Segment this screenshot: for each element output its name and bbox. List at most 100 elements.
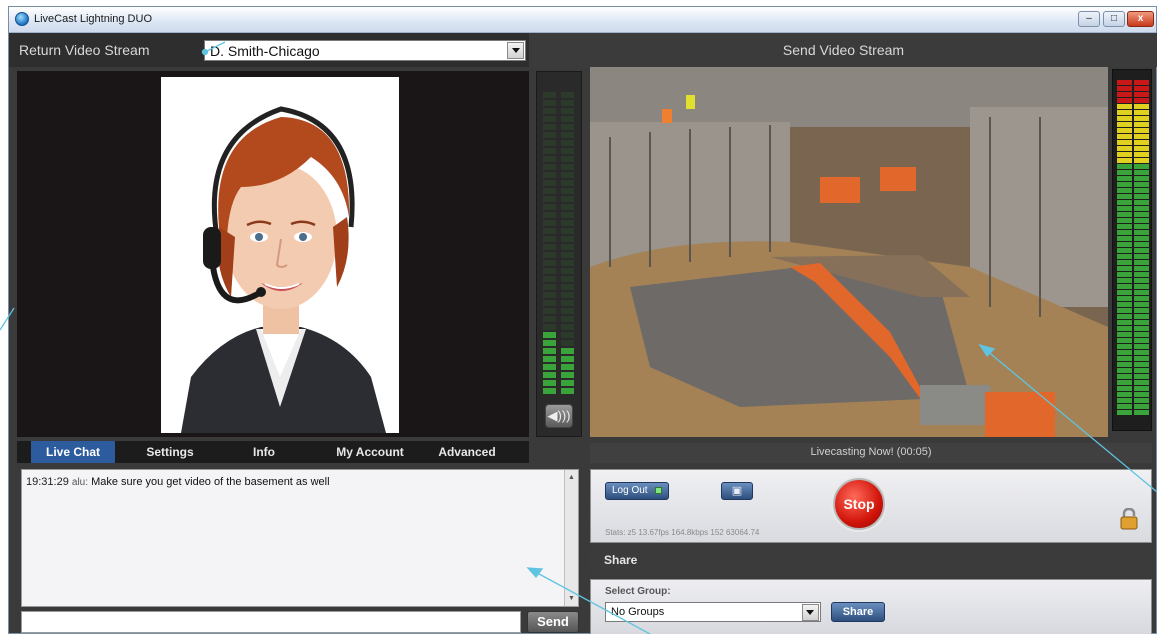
vu-segment bbox=[1134, 92, 1149, 97]
camera-button[interactable]: ▣ bbox=[721, 482, 753, 500]
vu-segment bbox=[1134, 380, 1149, 385]
meter-segment bbox=[561, 372, 574, 378]
meter-segment bbox=[561, 108, 574, 114]
meter-segment bbox=[561, 212, 574, 218]
vu-segment bbox=[1117, 194, 1132, 199]
meter-segment bbox=[543, 212, 556, 218]
minimize-icon: – bbox=[1086, 13, 1092, 24]
tab-my-account[interactable]: My Account bbox=[327, 441, 413, 463]
speaker-button[interactable]: ◀))) bbox=[545, 404, 573, 428]
meter-segment bbox=[543, 364, 556, 370]
meter-segment bbox=[561, 268, 574, 274]
stop-button[interactable]: Stop bbox=[833, 478, 885, 530]
return-stream-select[interactable]: D. Smith-Chicago bbox=[204, 40, 526, 61]
close-button[interactable]: x bbox=[1127, 11, 1154, 27]
vu-segment bbox=[1117, 386, 1132, 391]
vu-segment bbox=[1117, 170, 1132, 175]
meter-segment bbox=[561, 380, 574, 386]
logout-button[interactable]: Log Out bbox=[605, 482, 669, 500]
chat-input[interactable] bbox=[21, 611, 521, 633]
meter-segment bbox=[561, 164, 574, 170]
meter-segment bbox=[543, 204, 556, 210]
vu-segment bbox=[1117, 230, 1132, 235]
vu-segment bbox=[1134, 320, 1149, 325]
tab-live-chat[interactable]: Live Chat bbox=[31, 441, 115, 463]
send-audio-meter bbox=[1112, 69, 1152, 431]
vu-segment bbox=[1134, 200, 1149, 205]
window-title: LiveCast Lightning DUO bbox=[34, 13, 153, 25]
meter-segment bbox=[543, 180, 556, 186]
vu-segment bbox=[1117, 122, 1132, 127]
meter-segment bbox=[561, 276, 574, 282]
meter-segment bbox=[561, 116, 574, 122]
meter-segment bbox=[561, 132, 574, 138]
tab-settings[interactable]: Settings bbox=[135, 441, 205, 463]
app-logo-icon bbox=[15, 12, 29, 26]
tab-advanced[interactable]: Advanced bbox=[431, 441, 503, 463]
meter-segment bbox=[561, 364, 574, 370]
meter-segment bbox=[561, 260, 574, 266]
vu-segment bbox=[1117, 206, 1132, 211]
chat-scrollbar[interactable]: ▲ ▼ bbox=[564, 470, 578, 606]
tab-info[interactable]: Info bbox=[239, 441, 289, 463]
vu-segment bbox=[1117, 302, 1132, 307]
vu-segment bbox=[1134, 98, 1149, 103]
meter-segment bbox=[543, 108, 556, 114]
vu-segment bbox=[1134, 176, 1149, 181]
vu-segment bbox=[1134, 116, 1149, 121]
scroll-down-icon[interactable]: ▼ bbox=[565, 595, 578, 602]
minimize-button[interactable]: – bbox=[1078, 11, 1100, 27]
vu-segment bbox=[1117, 110, 1132, 115]
vu-segment bbox=[1134, 278, 1149, 283]
vu-segment bbox=[1117, 182, 1132, 187]
lock-icon[interactable] bbox=[1119, 507, 1139, 530]
vu-segment bbox=[1117, 128, 1132, 133]
meter-segment bbox=[543, 332, 556, 338]
meter-segment bbox=[543, 156, 556, 162]
return-stream-header: Return Video Stream D. Smith-Chicago bbox=[9, 33, 529, 67]
send-meter-right bbox=[1134, 80, 1149, 415]
meter-segment bbox=[561, 244, 574, 250]
vu-segment bbox=[1134, 374, 1149, 379]
share-button[interactable]: Share bbox=[831, 602, 885, 622]
vu-segment bbox=[1117, 404, 1132, 409]
vu-segment bbox=[1117, 176, 1132, 181]
chat-log[interactable]: 19:31:29 alu: Make sure you get video of… bbox=[21, 469, 579, 607]
meter-segment bbox=[543, 244, 556, 250]
maximize-button[interactable]: □ bbox=[1103, 11, 1125, 27]
group-select[interactable]: No Groups bbox=[605, 602, 821, 622]
vu-segment bbox=[1134, 170, 1149, 175]
meter-segment bbox=[543, 268, 556, 274]
meter-segment bbox=[561, 356, 574, 362]
chevron-down-icon[interactable] bbox=[802, 604, 819, 621]
chat-send-button[interactable]: Send bbox=[527, 611, 579, 633]
vu-segment bbox=[1134, 146, 1149, 151]
vu-segment bbox=[1134, 254, 1149, 259]
vu-segment bbox=[1117, 158, 1132, 163]
title-bar[interactable]: LiveCast Lightning DUO – □ x bbox=[9, 7, 1156, 33]
scroll-up-icon[interactable]: ▲ bbox=[565, 474, 578, 481]
vu-segment bbox=[1117, 236, 1132, 241]
broadcast-controls: Log Out ▣ Stop Stats: z5 13.67fps 164.8k… bbox=[590, 469, 1152, 543]
vu-segment bbox=[1117, 260, 1132, 265]
vu-segment bbox=[1134, 242, 1149, 247]
vu-segment bbox=[1117, 92, 1132, 97]
presenter-video-image bbox=[161, 77, 399, 433]
meter-segment bbox=[561, 204, 574, 210]
chat-timestamp: 19:31:29 bbox=[26, 476, 69, 488]
vu-segment bbox=[1134, 230, 1149, 235]
vu-segment bbox=[1134, 110, 1149, 115]
return-stream-label: Return Video Stream bbox=[19, 42, 150, 58]
vu-segment bbox=[1117, 398, 1132, 403]
meter-segment bbox=[543, 148, 556, 154]
vu-segment bbox=[1117, 218, 1132, 223]
meter-segment bbox=[543, 236, 556, 242]
vu-segment bbox=[1134, 236, 1149, 241]
meter-segment bbox=[543, 220, 556, 226]
send-meter-left bbox=[1117, 80, 1132, 415]
chevron-down-icon[interactable] bbox=[507, 42, 524, 59]
vu-segment bbox=[1134, 164, 1149, 169]
vu-segment bbox=[1134, 194, 1149, 199]
vu-segment bbox=[1117, 152, 1132, 157]
meter-segment bbox=[561, 140, 574, 146]
